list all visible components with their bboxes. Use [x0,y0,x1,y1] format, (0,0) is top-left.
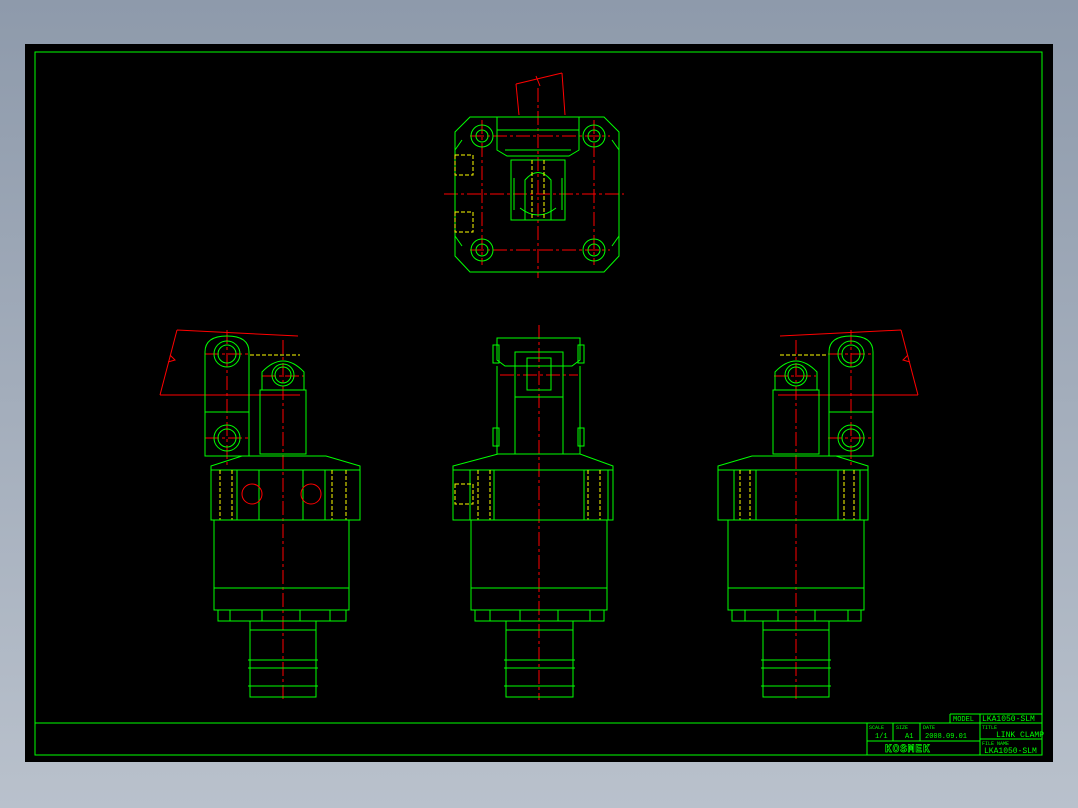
scale-value: 1/1 [875,733,888,741]
file-name-value: LKA1050-SLM [984,747,1037,756]
title-label: TITLE [982,725,997,731]
scale-label: SCALE [869,725,884,731]
size-label: SIZE [896,725,908,731]
size-value: A1 [905,733,913,741]
title-value: LINK CLAMP [996,731,1044,740]
cad-drawing-window: MODEL LKA1050-SLM TITLE LINK CLAMP FILE … [25,44,1053,762]
model-label: MODEL [953,716,974,724]
model-value: LKA1050-SLM [982,715,1035,724]
date-value: 2008.09.01 [925,733,967,741]
date-label: DATE [923,725,935,731]
kosmek-logo: KOSMEK [885,744,931,756]
